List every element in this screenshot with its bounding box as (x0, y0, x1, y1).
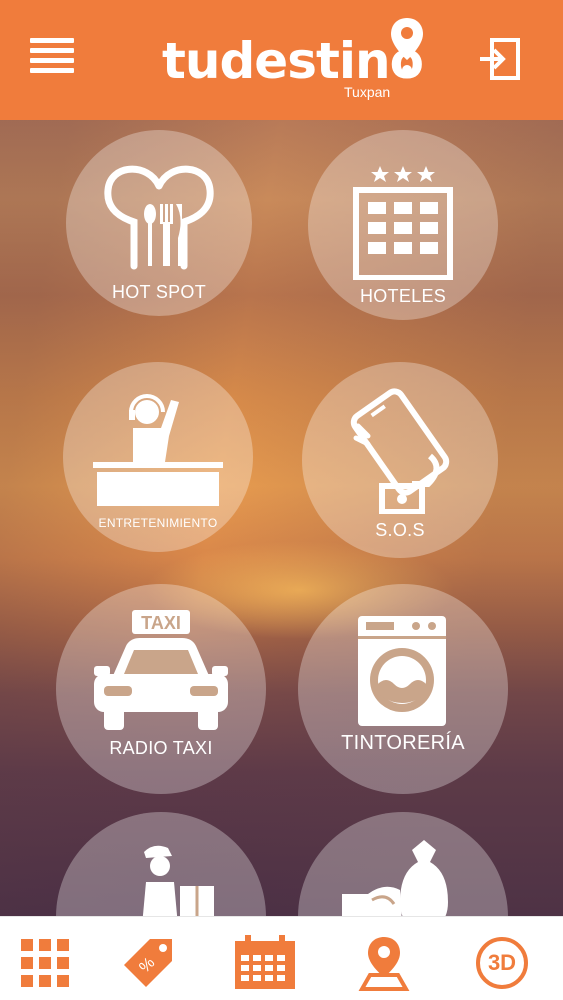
3d-label: 3D (487, 950, 517, 975)
category-money[interactable] (298, 812, 508, 916)
map-pin-icon[interactable] (356, 935, 412, 991)
category-label: RADIO TAXI (109, 738, 213, 758)
delivery-person-icon (142, 845, 214, 916)
svg-text:TAXI: TAXI (141, 613, 181, 633)
bottom-tab-bar: % 3D (0, 916, 563, 1000)
category-tintoreria[interactable]: TINTORERÍA (298, 584, 508, 794)
hamburger-menu-icon[interactable] (30, 38, 74, 80)
discount-tag-icon[interactable]: % (120, 935, 176, 991)
dj-turntable-icon (93, 394, 223, 506)
category-label: S.O.S (375, 520, 425, 540)
category-label: HOTELES (359, 286, 447, 306)
location-pin-icon (391, 18, 423, 75)
taxi-icon: TAXI (94, 610, 228, 730)
category-label: ENTRETENIMIENTO (98, 516, 218, 530)
category-sos[interactable]: S.O.S (302, 362, 498, 558)
3d-icon[interactable]: 3D (474, 935, 530, 991)
money-bag-hand-icon (342, 840, 448, 916)
hotel-building-icon (353, 166, 453, 280)
logout-icon[interactable] (476, 36, 522, 82)
grid-icon[interactable] (17, 935, 73, 991)
category-delivery[interactable] (56, 812, 266, 916)
category-grid: HOT SPOT HOTELES ENTRETENIMIENTO S.O.S T… (0, 120, 563, 916)
phone-in-hand-icon (350, 388, 450, 514)
category-entretenimiento[interactable]: ENTRETENIMIENTO (63, 362, 253, 552)
category-radio-taxi[interactable]: TAXI RADIO TAXI (56, 584, 266, 794)
city-name: Tuxpan (344, 84, 391, 100)
restaurant-cutlery-icon (104, 165, 214, 270)
brand-logo: tudestino Tuxpan (158, 14, 428, 109)
category-label: TINTORERÍA (341, 732, 465, 754)
app-header: tudestino Tuxpan (0, 0, 563, 120)
brand-name: tudestino (162, 32, 424, 90)
category-hot-spot[interactable]: HOT SPOT (66, 130, 252, 316)
washing-machine-icon (358, 616, 446, 726)
category-label: HOT SPOT (111, 282, 207, 302)
calendar-icon[interactable] (233, 935, 297, 991)
category-hoteles[interactable]: HOTELES (308, 130, 498, 320)
